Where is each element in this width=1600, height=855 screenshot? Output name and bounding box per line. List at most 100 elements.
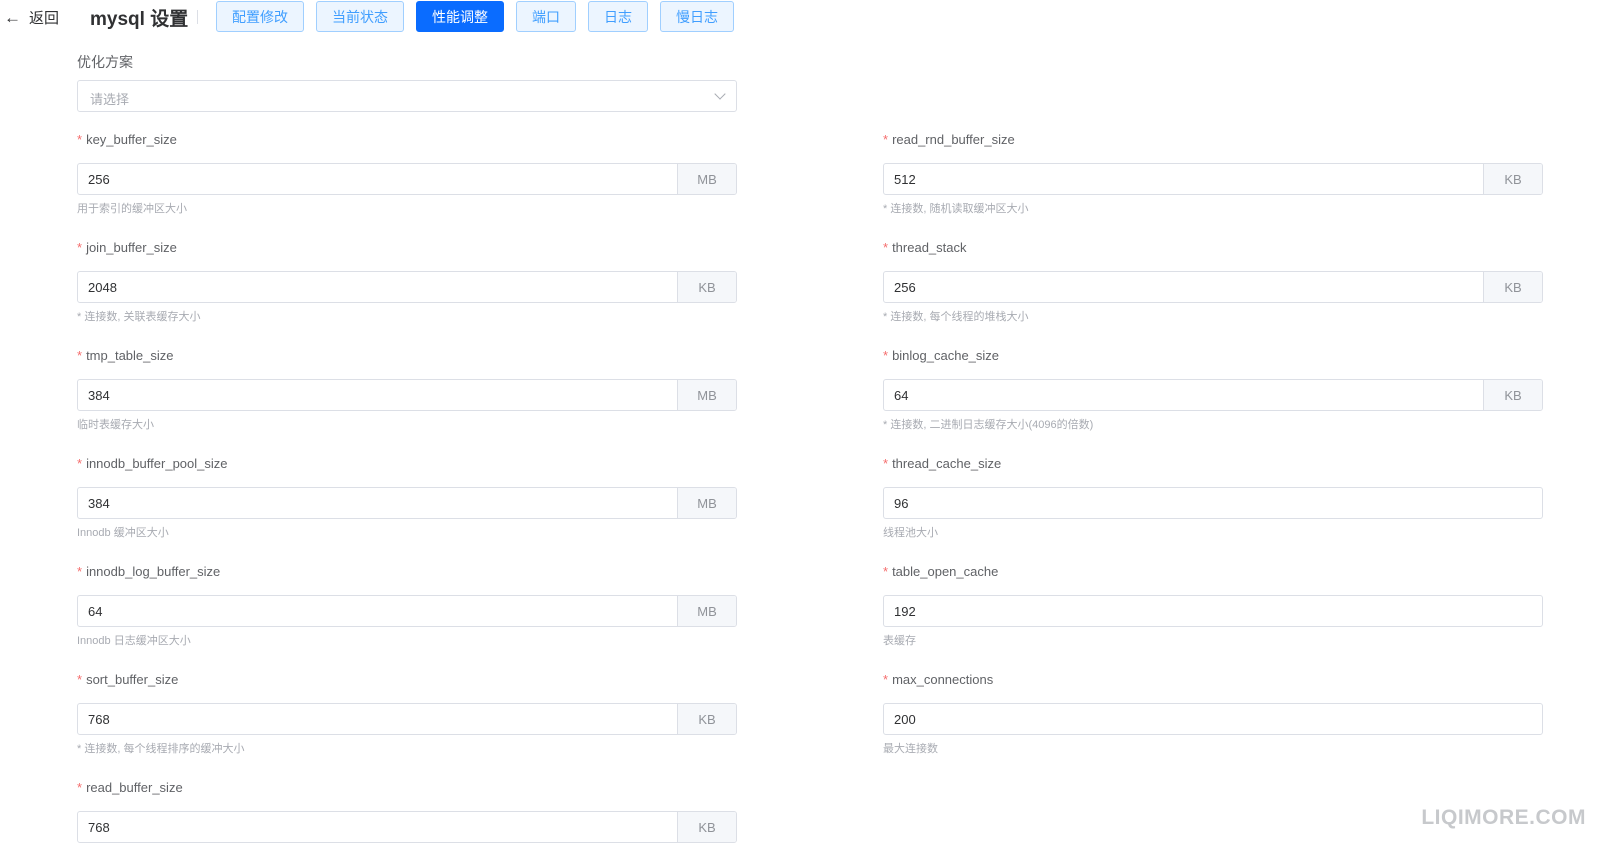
- unit-suffix: KB: [677, 272, 736, 302]
- input-group: KB: [883, 163, 1543, 195]
- field-hint: 临时表缓存大小: [77, 419, 154, 431]
- field-label: thread_stack: [892, 240, 967, 255]
- field-hint: Innodb 日志缓冲区大小: [77, 635, 191, 647]
- field-innodb-log-buffer-size: *innodb_log_buffer_size MB Innodb 日志缓冲区大…: [77, 563, 737, 649]
- binlog-cache-size-input[interactable]: [884, 380, 1483, 410]
- tab-status[interactable]: 当前状态: [316, 1, 404, 32]
- chevron-down-icon: [714, 88, 726, 100]
- thread-cache-size-input[interactable]: [884, 488, 1542, 518]
- back-label: 返回: [29, 9, 60, 27]
- field-hint: * 连接数, 每个线程排序的缓冲大小: [77, 743, 245, 755]
- field-label: max_connections: [892, 672, 994, 687]
- back-button[interactable]: ← 返回: [4, 6, 59, 28]
- unit-suffix: KB: [1483, 164, 1542, 194]
- field-binlog-cache-size: *binlog_cache_size KB * 连接数, 二进制日志缓存大小(4…: [883, 347, 1543, 433]
- arrow-left-icon: ←: [4, 7, 21, 27]
- field-hint: * 连接数, 每个线程的堆栈大小: [883, 311, 1029, 323]
- header-divider: [197, 10, 198, 24]
- input-group: KB: [77, 811, 737, 843]
- required-mark: *: [77, 132, 83, 147]
- join-buffer-size-input[interactable]: [78, 272, 677, 302]
- table-open-cache-input[interactable]: [884, 596, 1542, 626]
- innodb-log-buffer-size-input[interactable]: [78, 596, 677, 626]
- field-hint: * 连接数, 随机读取缓冲区大小: [883, 203, 1029, 215]
- tmp-table-size-input[interactable]: [78, 380, 677, 410]
- field-hint: * 连接数, 二进制日志缓存大小(4096的倍数): [883, 419, 1094, 431]
- field-label: read_buffer_size: [86, 780, 183, 795]
- input-group: [883, 703, 1543, 735]
- required-mark: *: [77, 240, 83, 255]
- field-hint: 最大连接数: [883, 743, 938, 755]
- tab-port[interactable]: 端口: [516, 1, 576, 32]
- field-tmp-table-size: *tmp_table_size MB 临时表缓存大小: [77, 347, 737, 433]
- field-innodb-buffer-pool-size: *innodb_buffer_pool_size MB Innodb 缓冲区大小: [77, 455, 737, 541]
- field-label: innodb_buffer_pool_size: [86, 456, 228, 471]
- field-label: join_buffer_size: [86, 240, 177, 255]
- input-group: KB: [883, 379, 1543, 411]
- field-label: innodb_log_buffer_size: [86, 564, 221, 579]
- unit-suffix: KB: [677, 812, 736, 842]
- required-mark: *: [77, 348, 83, 363]
- field-label: thread_cache_size: [892, 456, 1002, 471]
- field-label: sort_buffer_size: [86, 672, 179, 687]
- required-mark: *: [883, 132, 889, 147]
- required-mark: *: [883, 240, 889, 255]
- optimization-select[interactable]: 请选择: [77, 80, 737, 112]
- unit-suffix: MB: [677, 164, 736, 194]
- input-group: KB: [77, 703, 737, 735]
- key-buffer-size-input[interactable]: [78, 164, 677, 194]
- unit-suffix: MB: [677, 380, 736, 410]
- watermark: LIQIMORE.COM: [1421, 806, 1586, 829]
- read-rnd-buffer-size-input[interactable]: [884, 164, 1483, 194]
- input-group: MB: [77, 487, 737, 519]
- field-sort-buffer-size: *sort_buffer_size KB * 连接数, 每个线程排序的缓冲大小: [77, 671, 737, 757]
- input-group: MB: [77, 595, 737, 627]
- required-mark: *: [883, 348, 889, 363]
- header: ← 返回 mysql 设置 配置修改 当前状态 性能调整 端口 日志 慢日志: [0, 0, 1600, 34]
- tab-slow-log[interactable]: 慢日志: [660, 1, 734, 32]
- field-hint: Innodb 缓冲区大小: [77, 527, 169, 539]
- field-hint: 表缓存: [883, 635, 916, 647]
- input-group: [883, 487, 1543, 519]
- field-read-rnd-buffer-size: *read_rnd_buffer_size KB * 连接数, 随机读取缓冲区大…: [883, 131, 1543, 217]
- tab-bar: 配置修改 当前状态 性能调整 端口 日志 慢日志: [216, 1, 734, 32]
- field-join-buffer-size: *join_buffer_size KB * 连接数, 关联表缓存大小: [77, 239, 737, 325]
- input-group: MB: [77, 163, 737, 195]
- field-thread-cache-size: *thread_cache_size 线程池大小: [883, 455, 1543, 541]
- optimization-placeholder: 请选择: [90, 92, 130, 107]
- required-mark: *: [883, 672, 889, 687]
- unit-suffix: MB: [677, 596, 736, 626]
- field-label: binlog_cache_size: [892, 348, 1000, 363]
- field-hint: * 连接数, 关联表缓存大小: [77, 311, 201, 323]
- thread-stack-input[interactable]: [884, 272, 1483, 302]
- input-group: KB: [77, 271, 737, 303]
- required-mark: *: [77, 456, 83, 471]
- input-group: KB: [883, 271, 1543, 303]
- required-mark: *: [883, 564, 889, 579]
- tab-log[interactable]: 日志: [588, 1, 648, 32]
- innodb-buffer-pool-size-input[interactable]: [78, 488, 677, 518]
- input-group: MB: [77, 379, 737, 411]
- required-mark: *: [77, 780, 83, 795]
- field-hint: 用于索引的缓冲区大小: [77, 203, 187, 215]
- required-mark: *: [77, 672, 83, 687]
- field-label: tmp_table_size: [86, 348, 174, 363]
- read-buffer-size-input[interactable]: [78, 812, 677, 842]
- required-mark: *: [77, 564, 83, 579]
- field-key-buffer-size: *key_buffer_size MB 用于索引的缓冲区大小: [77, 131, 737, 217]
- field-table-open-cache: *table_open_cache 表缓存: [883, 563, 1543, 649]
- required-mark: *: [883, 456, 889, 471]
- tab-config[interactable]: 配置修改: [216, 1, 304, 32]
- unit-suffix: KB: [1483, 272, 1542, 302]
- tab-performance[interactable]: 性能调整: [416, 1, 504, 32]
- field-label: table_open_cache: [892, 564, 999, 579]
- field-label: key_buffer_size: [86, 132, 177, 147]
- input-group: [883, 595, 1543, 627]
- page-title: mysql 设置: [90, 9, 189, 30]
- unit-suffix: MB: [677, 488, 736, 518]
- field-hint: 线程池大小: [883, 527, 938, 539]
- optimization-label: 优化方案: [77, 54, 133, 70]
- unit-suffix: KB: [1483, 380, 1542, 410]
- max-connections-input[interactable]: [884, 704, 1542, 734]
- sort-buffer-size-input[interactable]: [78, 704, 677, 734]
